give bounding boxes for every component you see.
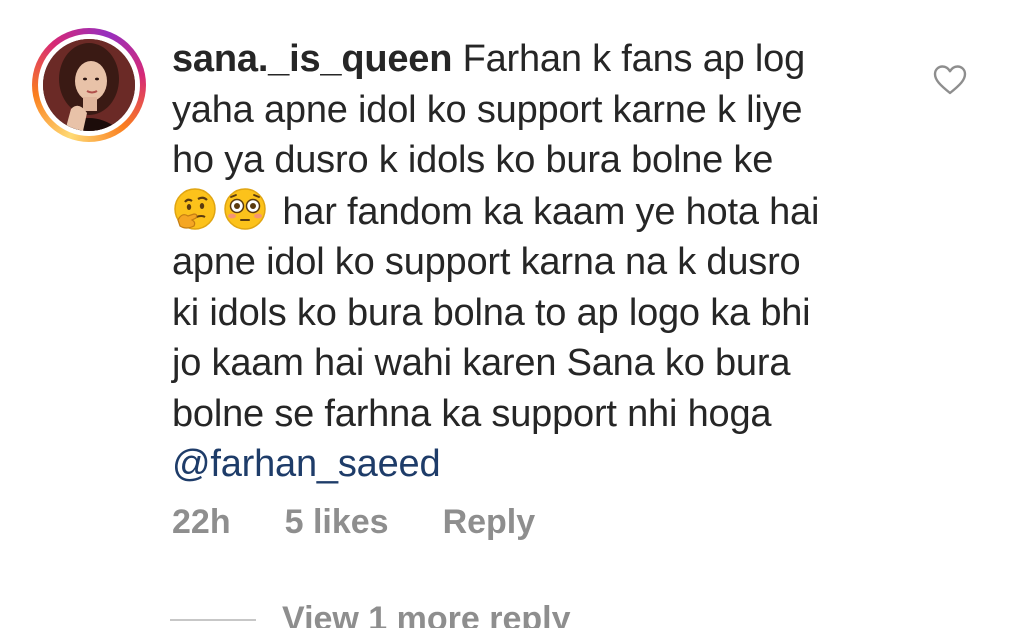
comment-text: ho ya dusro k idols ko bura bolne ke <box>172 139 774 181</box>
comment-line-mention: @farhan_saeed <box>172 439 932 490</box>
comment-username[interactable]: sana._is_queen <box>172 38 452 80</box>
comment-text: apne idol ko support karna na k dusro <box>172 241 801 283</box>
reply-button[interactable]: Reply <box>443 503 536 542</box>
comment-text: ki idols ko bura bolna to ap logo ka bhi <box>172 291 811 334</box>
comment-text: yaha apne idol ko support karne k liye <box>172 88 803 131</box>
flushed-face-icon <box>224 187 266 230</box>
comment-likes-count[interactable]: 5 likes <box>285 503 389 542</box>
comment-line-4: har fandom ka kaam ye hota hai <box>172 186 932 238</box>
comment-timestamp: 22h <box>172 503 231 541</box>
comment-meta: 22h 5 likes Reply <box>172 503 535 542</box>
replies-divider <box>170 619 256 621</box>
comment-text: bolne se farhna ka support nhi hoga <box>172 392 772 435</box>
comment-line-1: sana._is_queen Farhan k fans ap log <box>172 34 932 85</box>
comment-text: Farhan k fans ap log <box>462 38 806 80</box>
view-more-replies-button[interactable]: View 1 more reply <box>282 600 571 628</box>
avatar-story-ring[interactable] <box>32 28 146 142</box>
comment-text: jo kaam hai wahi karen Sana ko bura <box>172 342 791 384</box>
thinking-face-icon <box>174 187 216 230</box>
heart-outline-icon[interactable] <box>932 64 968 96</box>
comment-text: har fandom ka kaam ye hota hai <box>282 190 820 233</box>
mention-link[interactable]: @farhan_saeed <box>172 443 441 485</box>
comment: sana._is_queen Farhan k fans ap log yaha… <box>0 0 1024 628</box>
comment-body: sana._is_queen Farhan k fans ap log yaha… <box>172 34 932 490</box>
avatar-image <box>43 39 135 131</box>
avatar[interactable] <box>43 39 135 131</box>
